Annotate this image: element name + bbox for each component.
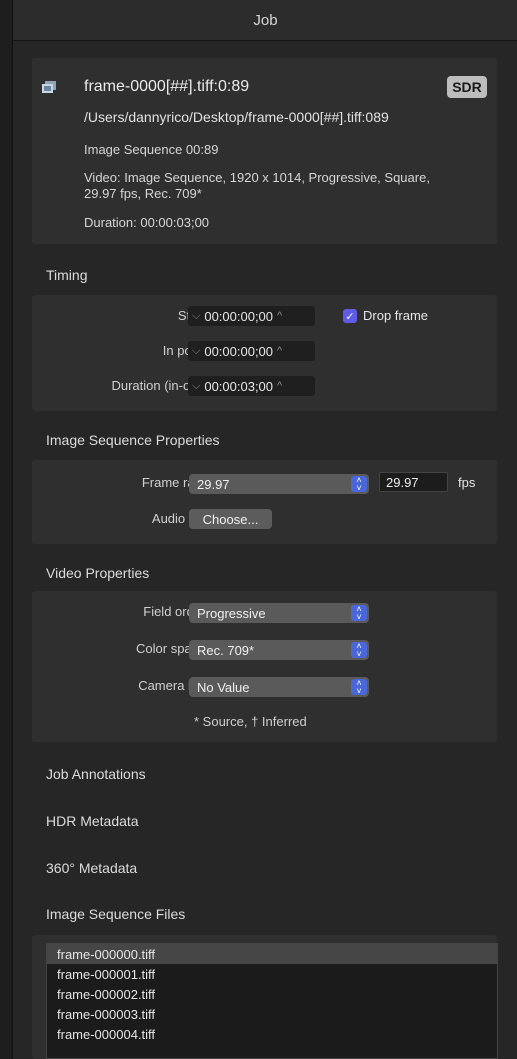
- drop-frame-label[interactable]: Drop frame: [363, 308, 428, 323]
- video-properties-title[interactable]: Video Properties: [46, 565, 149, 581]
- job-annotations-section[interactable]: Job Annotations: [46, 766, 146, 782]
- camera-log-popup[interactable]: No Value ˄ ˅: [189, 677, 369, 697]
- chevron-up-icon[interactable]: ^: [277, 310, 282, 322]
- job-summary-panel: frame-0000[##].tiff:0:89 SDR /Users/dann…: [32, 58, 497, 244]
- source-inferred-footnote: * Source, † Inferred: [194, 714, 307, 729]
- metadata-360-section[interactable]: 360° Metadata: [46, 860, 137, 876]
- frame-rate-input[interactable]: 29.97: [379, 472, 448, 492]
- list-item[interactable]: frame-000002.tiff: [47, 984, 497, 1004]
- list-item[interactable]: frame-000003.tiff: [47, 1004, 497, 1024]
- job-video-info-line2: 29.97 fps, Rec. 709*: [84, 186, 202, 201]
- window-title: Job: [13, 0, 517, 41]
- choose-audio-button[interactable]: Choose...: [189, 509, 272, 529]
- image-sequence-properties-title[interactable]: Image Sequence Properties: [46, 432, 220, 448]
- popup-stepper-icon: ˄ ˅: [351, 679, 367, 696]
- in-point-timecode-value: 00:00:00;00: [204, 343, 274, 359]
- chevron-down-icon[interactable]: ⌵: [192, 345, 200, 358]
- color-space-value: Rec. 709*: [197, 642, 255, 658]
- popup-stepper-icon: ˄ ˅: [351, 605, 367, 622]
- duration-timecode-value: 00:00:03;00: [204, 378, 274, 394]
- video-properties-panel: Field order: Progressive ˄ ˅ Color space:…: [32, 591, 497, 742]
- image-sequence-properties-panel: Frame rate: 29.97 ˄ ˅ 29.97 fps Audio fil…: [32, 460, 497, 544]
- duration-timecode-field[interactable]: ⌵ 00:00:03;00 ^: [188, 376, 315, 396]
- chevron-down-icon[interactable]: ⌵: [192, 380, 200, 393]
- chevron-down-icon[interactable]: ⌵: [192, 310, 200, 323]
- popup-stepper-icon: ˄ ˅: [351, 476, 367, 493]
- fps-label: fps: [458, 475, 476, 490]
- image-sequence-files-section[interactable]: Image Sequence Files: [46, 906, 185, 922]
- frame-rate-popup[interactable]: 29.97 ˄ ˅: [189, 474, 369, 494]
- job-path: /Users/dannyrico/Desktop/frame-0000[##].…: [84, 109, 389, 125]
- color-space-popup[interactable]: Rec. 709* ˄ ˅: [189, 640, 369, 660]
- list-item[interactable]: frame-000000.tiff: [47, 944, 497, 964]
- job-duration: Duration: 00:00:03;00: [84, 215, 210, 230]
- list-item[interactable]: frame-000001.tiff: [47, 964, 497, 984]
- drop-frame-checkbox[interactable]: ✓: [343, 309, 357, 323]
- timing-section-title[interactable]: Timing: [46, 267, 88, 283]
- timing-panel: Start: ⌵ 00:00:00;00 ^ ✓ Drop frame In p…: [32, 295, 497, 411]
- job-sequence-info: Image Sequence 00:89: [84, 142, 219, 157]
- start-timecode-value: 00:00:00;00: [204, 308, 274, 324]
- sdr-badge: SDR: [447, 76, 487, 98]
- field-order-popup[interactable]: Progressive ˄ ˅: [189, 603, 369, 623]
- in-point-timecode-field[interactable]: ⌵ 00:00:00;00 ^: [188, 341, 315, 361]
- field-order-value: Progressive: [197, 605, 266, 621]
- chevron-up-icon[interactable]: ^: [277, 380, 282, 392]
- start-timecode-field[interactable]: ⌵ 00:00:00;00 ^: [188, 306, 315, 326]
- image-sequence-icon: [42, 81, 56, 93]
- job-video-info-line1: Video: Image Sequence, 1920 x 1014, Prog…: [84, 170, 430, 185]
- image-sequence-file-list[interactable]: frame-000000.tiff frame-000001.tiff fram…: [46, 943, 498, 1059]
- chevron-up-icon[interactable]: ^: [277, 345, 282, 357]
- hdr-metadata-section[interactable]: HDR Metadata: [46, 813, 139, 829]
- list-item[interactable]: frame-000004.tiff: [47, 1024, 497, 1044]
- job-name: frame-0000[##].tiff:0:89: [84, 78, 250, 95]
- frame-rate-popup-value: 29.97: [197, 476, 230, 492]
- camera-log-value: No Value: [197, 679, 250, 695]
- popup-stepper-icon: ˄ ˅: [351, 642, 367, 659]
